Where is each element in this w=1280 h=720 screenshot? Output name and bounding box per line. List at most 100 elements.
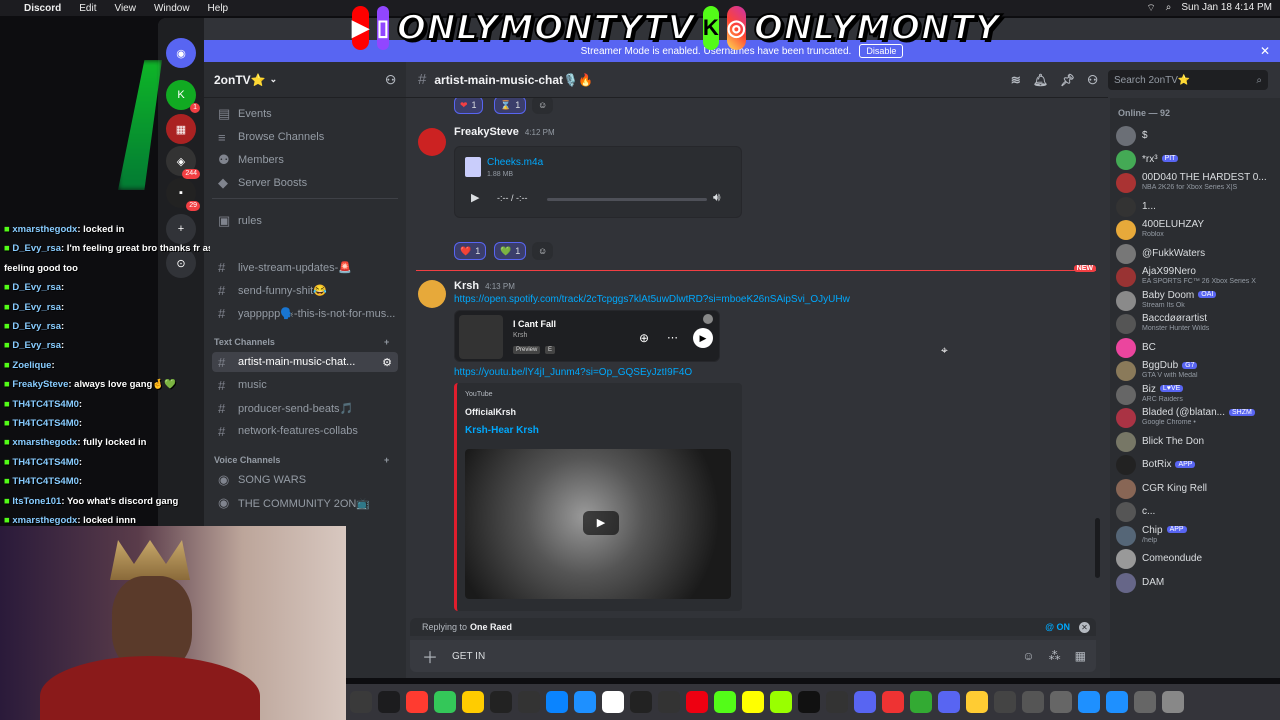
menu-edit[interactable]: Edit bbox=[79, 3, 96, 14]
spotify-icon[interactable] bbox=[703, 314, 713, 324]
gift-icon[interactable]: ▦ bbox=[1075, 649, 1086, 663]
member-item[interactable]: BC bbox=[1116, 336, 1276, 362]
channel-browse[interactable]: ≡ Browse Channels bbox=[212, 127, 398, 147]
message-input[interactable] bbox=[452, 650, 993, 662]
reaction-heart[interactable]: ❤️ 1 bbox=[454, 242, 487, 260]
reaction-heart[interactable]: ❤ 1 bbox=[454, 98, 483, 114]
emoji-icon[interactable]: ☺ bbox=[1022, 649, 1034, 663]
member-item[interactable]: Comeondude bbox=[1116, 547, 1276, 573]
add-reaction-icon[interactable]: ☺ bbox=[532, 242, 554, 260]
invite-icon[interactable]: ⚇ bbox=[385, 73, 396, 87]
dock-app-icon[interactable] bbox=[1050, 691, 1072, 713]
discord-home-icon[interactable]: ◉ bbox=[166, 38, 196, 68]
dock-app-icon[interactable] bbox=[1106, 691, 1128, 713]
file-name-link[interactable]: Cheeks.m4a bbox=[487, 157, 543, 168]
server-icon[interactable]: ▦ bbox=[166, 114, 196, 144]
dock-app-icon[interactable] bbox=[994, 691, 1016, 713]
dock-app-icon[interactable] bbox=[966, 691, 988, 713]
member-list-icon[interactable]: ⚇ bbox=[1087, 73, 1098, 87]
dock-app-icon[interactable] bbox=[1134, 691, 1156, 713]
play-button-icon[interactable]: ▶ bbox=[693, 328, 713, 348]
add-reaction-icon[interactable]: ☺ bbox=[532, 98, 554, 114]
dock-app-icon[interactable] bbox=[602, 691, 624, 713]
play-icon[interactable]: ▶ bbox=[471, 191, 479, 204]
reaction-green-heart[interactable]: 💚 1 bbox=[494, 242, 527, 260]
track-title[interactable]: I Cant Fall bbox=[513, 319, 556, 329]
channel-events[interactable]: ▤ Events bbox=[212, 104, 398, 124]
message-author[interactable]: FreakySteve 4:12 PM bbox=[454, 126, 555, 138]
member-item[interactable]: Biz L♥VE ARC Raiders bbox=[1116, 383, 1276, 409]
add-icon[interactable]: ⊕ bbox=[639, 331, 649, 345]
dock-app-icon[interactable] bbox=[462, 691, 484, 713]
bell-icon[interactable]: 🔔︎ bbox=[1033, 73, 1048, 87]
apps-icon[interactable]: ⁂ bbox=[1049, 649, 1061, 663]
dock-app-icon[interactable] bbox=[882, 691, 904, 713]
server-header[interactable]: 2onTV⭐ ⌄ ⚇ bbox=[204, 62, 406, 98]
channel-send-funny[interactable]: # send-funny-shit😂 bbox=[212, 280, 398, 300]
server-icon[interactable]: K1 bbox=[166, 80, 200, 113]
attach-plus-icon[interactable]: ＋ bbox=[422, 644, 438, 668]
spotify-link[interactable]: https://open.spotify.com/track/2cTcpggs7… bbox=[454, 294, 850, 305]
close-icon[interactable]: ✕ bbox=[1260, 44, 1270, 58]
reply-target[interactable]: One Raed bbox=[470, 622, 512, 632]
menu-window[interactable]: Window bbox=[154, 3, 190, 14]
dock-app-icon[interactable] bbox=[518, 691, 540, 713]
dock-app-icon[interactable] bbox=[1022, 691, 1044, 713]
member-item[interactable]: 1... bbox=[1116, 195, 1276, 221]
add-channel-icon[interactable]: + bbox=[384, 455, 389, 465]
video-thumbnail[interactable]: ▶ bbox=[465, 449, 731, 599]
channel-music[interactable]: # music bbox=[212, 375, 398, 395]
dock-app-icon[interactable] bbox=[630, 691, 652, 713]
dock-app-icon[interactable] bbox=[1162, 691, 1184, 713]
member-item[interactable]: BggDub G7 GTA V with Medal bbox=[1116, 359, 1276, 385]
member-item[interactable]: $ bbox=[1116, 124, 1276, 150]
dock-app-icon[interactable] bbox=[658, 691, 680, 713]
clock[interactable]: Sun Jan 18 4:14 PM bbox=[1181, 2, 1272, 15]
embed-title[interactable]: Krsh-Hear Krsh bbox=[465, 425, 539, 436]
track-artist[interactable]: Krsh bbox=[513, 332, 527, 339]
dock-app-icon[interactable] bbox=[826, 691, 848, 713]
dock-app-icon[interactable] bbox=[574, 691, 596, 713]
dock-app-icon[interactable] bbox=[714, 691, 736, 713]
channel-producer-send-beats[interactable]: # producer-send-beats🎵 bbox=[212, 398, 398, 418]
channel-rules[interactable]: ▣ rules bbox=[212, 211, 398, 231]
threads-icon[interactable]: ≋ bbox=[1011, 73, 1021, 87]
dock-app-icon[interactable] bbox=[546, 691, 568, 713]
channel-artist-main-music-chat[interactable]: # artist-main-music-chat... ⚙ bbox=[212, 352, 398, 372]
more-icon[interactable]: ⋯ bbox=[667, 331, 678, 344]
dock-app-icon[interactable] bbox=[350, 691, 372, 713]
member-item[interactable]: 00D040 THE HARDEST 0... NBA 2K26 for Xbox… bbox=[1116, 171, 1276, 197]
member-item[interactable]: c... bbox=[1116, 500, 1276, 526]
dock-app-icon[interactable] bbox=[742, 691, 764, 713]
member-item[interactable]: Bladed (@blatan... SHZM Google Chrome • bbox=[1116, 406, 1276, 432]
scrollbar[interactable] bbox=[1095, 518, 1100, 578]
play-icon[interactable]: ▶ bbox=[583, 511, 619, 535]
message-author[interactable]: Krsh 4:13 PM bbox=[454, 280, 515, 292]
add-channel-icon[interactable]: + bbox=[384, 337, 389, 347]
avatar[interactable] bbox=[418, 128, 446, 156]
dock-app-icon[interactable] bbox=[686, 691, 708, 713]
volume-icon[interactable]: 🔊︎ bbox=[713, 190, 721, 205]
member-item[interactable]: @FukkWaters bbox=[1116, 242, 1276, 268]
wifi-icon[interactable]: ⌔ bbox=[1146, 2, 1155, 15]
reaction-hourglass[interactable]: ⌛ 1 bbox=[494, 98, 527, 114]
dock-app-icon[interactable] bbox=[434, 691, 456, 713]
menu-view[interactable]: View bbox=[114, 3, 136, 14]
dock-app-icon[interactable] bbox=[910, 691, 932, 713]
dock-app-icon[interactable] bbox=[378, 691, 400, 713]
member-item[interactable]: BotRix APP bbox=[1116, 453, 1276, 479]
avatar[interactable] bbox=[418, 280, 446, 308]
member-item[interactable]: Blick The Don bbox=[1116, 430, 1276, 456]
channel-yappppp[interactable]: # yappppp🗣️-this-is-not-for-mus... bbox=[212, 303, 398, 323]
server-icon[interactable]: ▪ 29 bbox=[166, 178, 200, 211]
menu-help[interactable]: Help bbox=[208, 3, 229, 14]
dock-app-icon[interactable] bbox=[490, 691, 512, 713]
dock-app-icon[interactable] bbox=[854, 691, 876, 713]
member-item[interactable]: Baby Doom OAI Stream Its Ok bbox=[1116, 289, 1276, 315]
embed-author[interactable]: OfficialKrsh bbox=[465, 407, 516, 417]
channel-server-boosts[interactable]: ◆ Server Boosts bbox=[212, 173, 398, 193]
dock-app-icon[interactable] bbox=[406, 691, 428, 713]
member-item[interactable]: DAM bbox=[1116, 571, 1276, 597]
server-icon[interactable]: ◈ 244 bbox=[166, 146, 200, 179]
search-input[interactable]: Search 2onTV⭐ ⌕ bbox=[1108, 70, 1268, 90]
